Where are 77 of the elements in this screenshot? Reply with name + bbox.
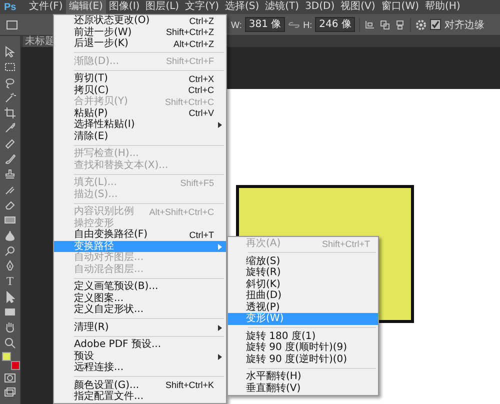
menu-item[interactable]: 拷贝(C) Ctrl+C xyxy=(54,84,226,96)
menu-item[interactable]: 颜色设置(G)... Shift+Ctrl+K xyxy=(54,380,226,391)
crop-icon[interactable] xyxy=(4,107,16,120)
menu-item[interactable]: 斜切(K) xyxy=(228,278,378,290)
foreground-color-swatch[interactable] xyxy=(2,352,11,361)
arrange-icon[interactable] xyxy=(379,18,392,30)
width-field[interactable]: 381 像 xyxy=(244,17,286,32)
align-icon[interactable] xyxy=(364,18,376,30)
wand-icon[interactable] xyxy=(4,92,16,104)
menu-item[interactable]: 旋转 90 度(逆时针)(0) xyxy=(228,354,378,365)
menu-item[interactable]: 扭曲(D) xyxy=(228,290,378,302)
menu-item[interactable]: 清理(R) xyxy=(54,322,226,333)
lasso-icon[interactable] xyxy=(4,76,16,89)
menu-bar-item[interactable]: 窗口(W) xyxy=(378,0,422,14)
app-logo: Ps xyxy=(3,2,18,12)
menu-bar-item[interactable]: 图像(I) xyxy=(106,0,143,14)
menu-item[interactable]: 定义自定形状... xyxy=(54,304,226,316)
submenu-arrow-icon xyxy=(218,244,222,250)
align-edges-label: 对齐边缘 xyxy=(444,18,484,32)
hand-icon[interactable] xyxy=(4,321,16,334)
menu-bar-item[interactable]: 滤镜(T) xyxy=(262,0,302,14)
screen-mode-icon[interactable] xyxy=(4,386,16,397)
menu-item[interactable]: 水平翻转(H) xyxy=(228,371,378,382)
submenu-arrow-icon xyxy=(218,122,222,128)
drop-icon[interactable] xyxy=(4,230,16,242)
menu-item[interactable]: 预设 xyxy=(54,350,226,362)
height-field[interactable]: 246 像 xyxy=(315,17,356,32)
pen-icon[interactable] xyxy=(4,260,16,272)
menu-item[interactable]: 选择性粘贴(I) xyxy=(54,119,226,130)
menu-item[interactable]: 旋转 180 度(1) xyxy=(228,330,378,342)
menu-item[interactable]: 粘贴(P) Ctrl+V xyxy=(54,108,226,119)
menu-item[interactable]: 清除(E) xyxy=(54,130,226,142)
eyedropper-icon[interactable] xyxy=(4,122,16,134)
marquee-icon[interactable] xyxy=(4,61,16,74)
move-arrow-icon[interactable] xyxy=(4,46,16,58)
menu-item[interactable]: 后退一步(K) Alt+Ctrl+Z xyxy=(54,38,226,50)
menu-item[interactable]: 前进一步(W) Shift+Ctrl+Z xyxy=(54,26,226,38)
rectangle-icon[interactable] xyxy=(6,18,20,30)
menu-bar-item[interactable]: 选择(S) xyxy=(222,0,262,14)
settings-icon[interactable] xyxy=(415,18,428,30)
menu-item[interactable]: 自由变换路径(F) Ctrl+T xyxy=(54,229,226,240)
menu-bar-item[interactable]: 视图(V) xyxy=(338,0,378,14)
menu-bar-item[interactable]: 图层(L) xyxy=(142,0,182,14)
menu-item[interactable]: 指定配置文件... xyxy=(54,391,226,402)
stack-icon[interactable] xyxy=(394,18,406,30)
menu-item[interactable]: 剪切(T) Ctrl+X xyxy=(54,73,226,84)
submenu-arrow-icon xyxy=(218,324,222,330)
submenu-arrow-icon xyxy=(218,354,222,360)
menu-item[interactable]: Adobe PDF 预设... xyxy=(54,339,226,350)
menu-item[interactable]: 旋转 90 度(顺时针)(9) xyxy=(228,342,378,354)
eraser-icon[interactable] xyxy=(4,198,16,211)
menu-bar-item[interactable]: 编辑(E) xyxy=(66,0,106,14)
menu-item[interactable]: 还原状态更改(O) Ctrl+Z xyxy=(54,15,226,26)
quick-mask-icon[interactable] xyxy=(4,373,16,384)
menu-item[interactable]: 旋转(R) xyxy=(228,267,378,278)
menu-item[interactable]: 缩放(S) xyxy=(228,256,378,267)
zoom-icon[interactable] xyxy=(4,336,16,349)
menu-bar-item[interactable]: 文字(Y) xyxy=(182,0,222,14)
menu-item[interactable]: 定义画笔预设(B)... xyxy=(54,281,226,292)
width-label: W: xyxy=(231,20,242,30)
gradient-icon[interactable] xyxy=(4,214,16,226)
menu-bar-item[interactable]: 3D(D) xyxy=(302,0,338,14)
menu-item[interactable]: 垂直翻转(V) xyxy=(228,382,378,394)
menu-item[interactable]: 定义图案... xyxy=(54,292,226,304)
menu-item[interactable]: 远程连接... xyxy=(54,362,226,374)
menu-item[interactable]: 透视(P) xyxy=(228,302,378,313)
path-select-icon[interactable] xyxy=(4,290,16,303)
rectangle-icon[interactable] xyxy=(4,306,16,318)
link-icon[interactable] xyxy=(288,20,300,28)
stamp-icon[interactable] xyxy=(4,168,16,180)
background-color-swatch[interactable] xyxy=(11,360,20,370)
type-tool[interactable]: T xyxy=(6,275,14,288)
menu-bar-item[interactable]: 帮助(H) xyxy=(422,0,464,14)
magnifier-icon[interactable] xyxy=(4,244,16,257)
menu-bar-item[interactable]: 文件(F) xyxy=(26,0,66,14)
height-label: H: xyxy=(303,20,312,30)
checkbox[interactable] xyxy=(430,19,442,30)
